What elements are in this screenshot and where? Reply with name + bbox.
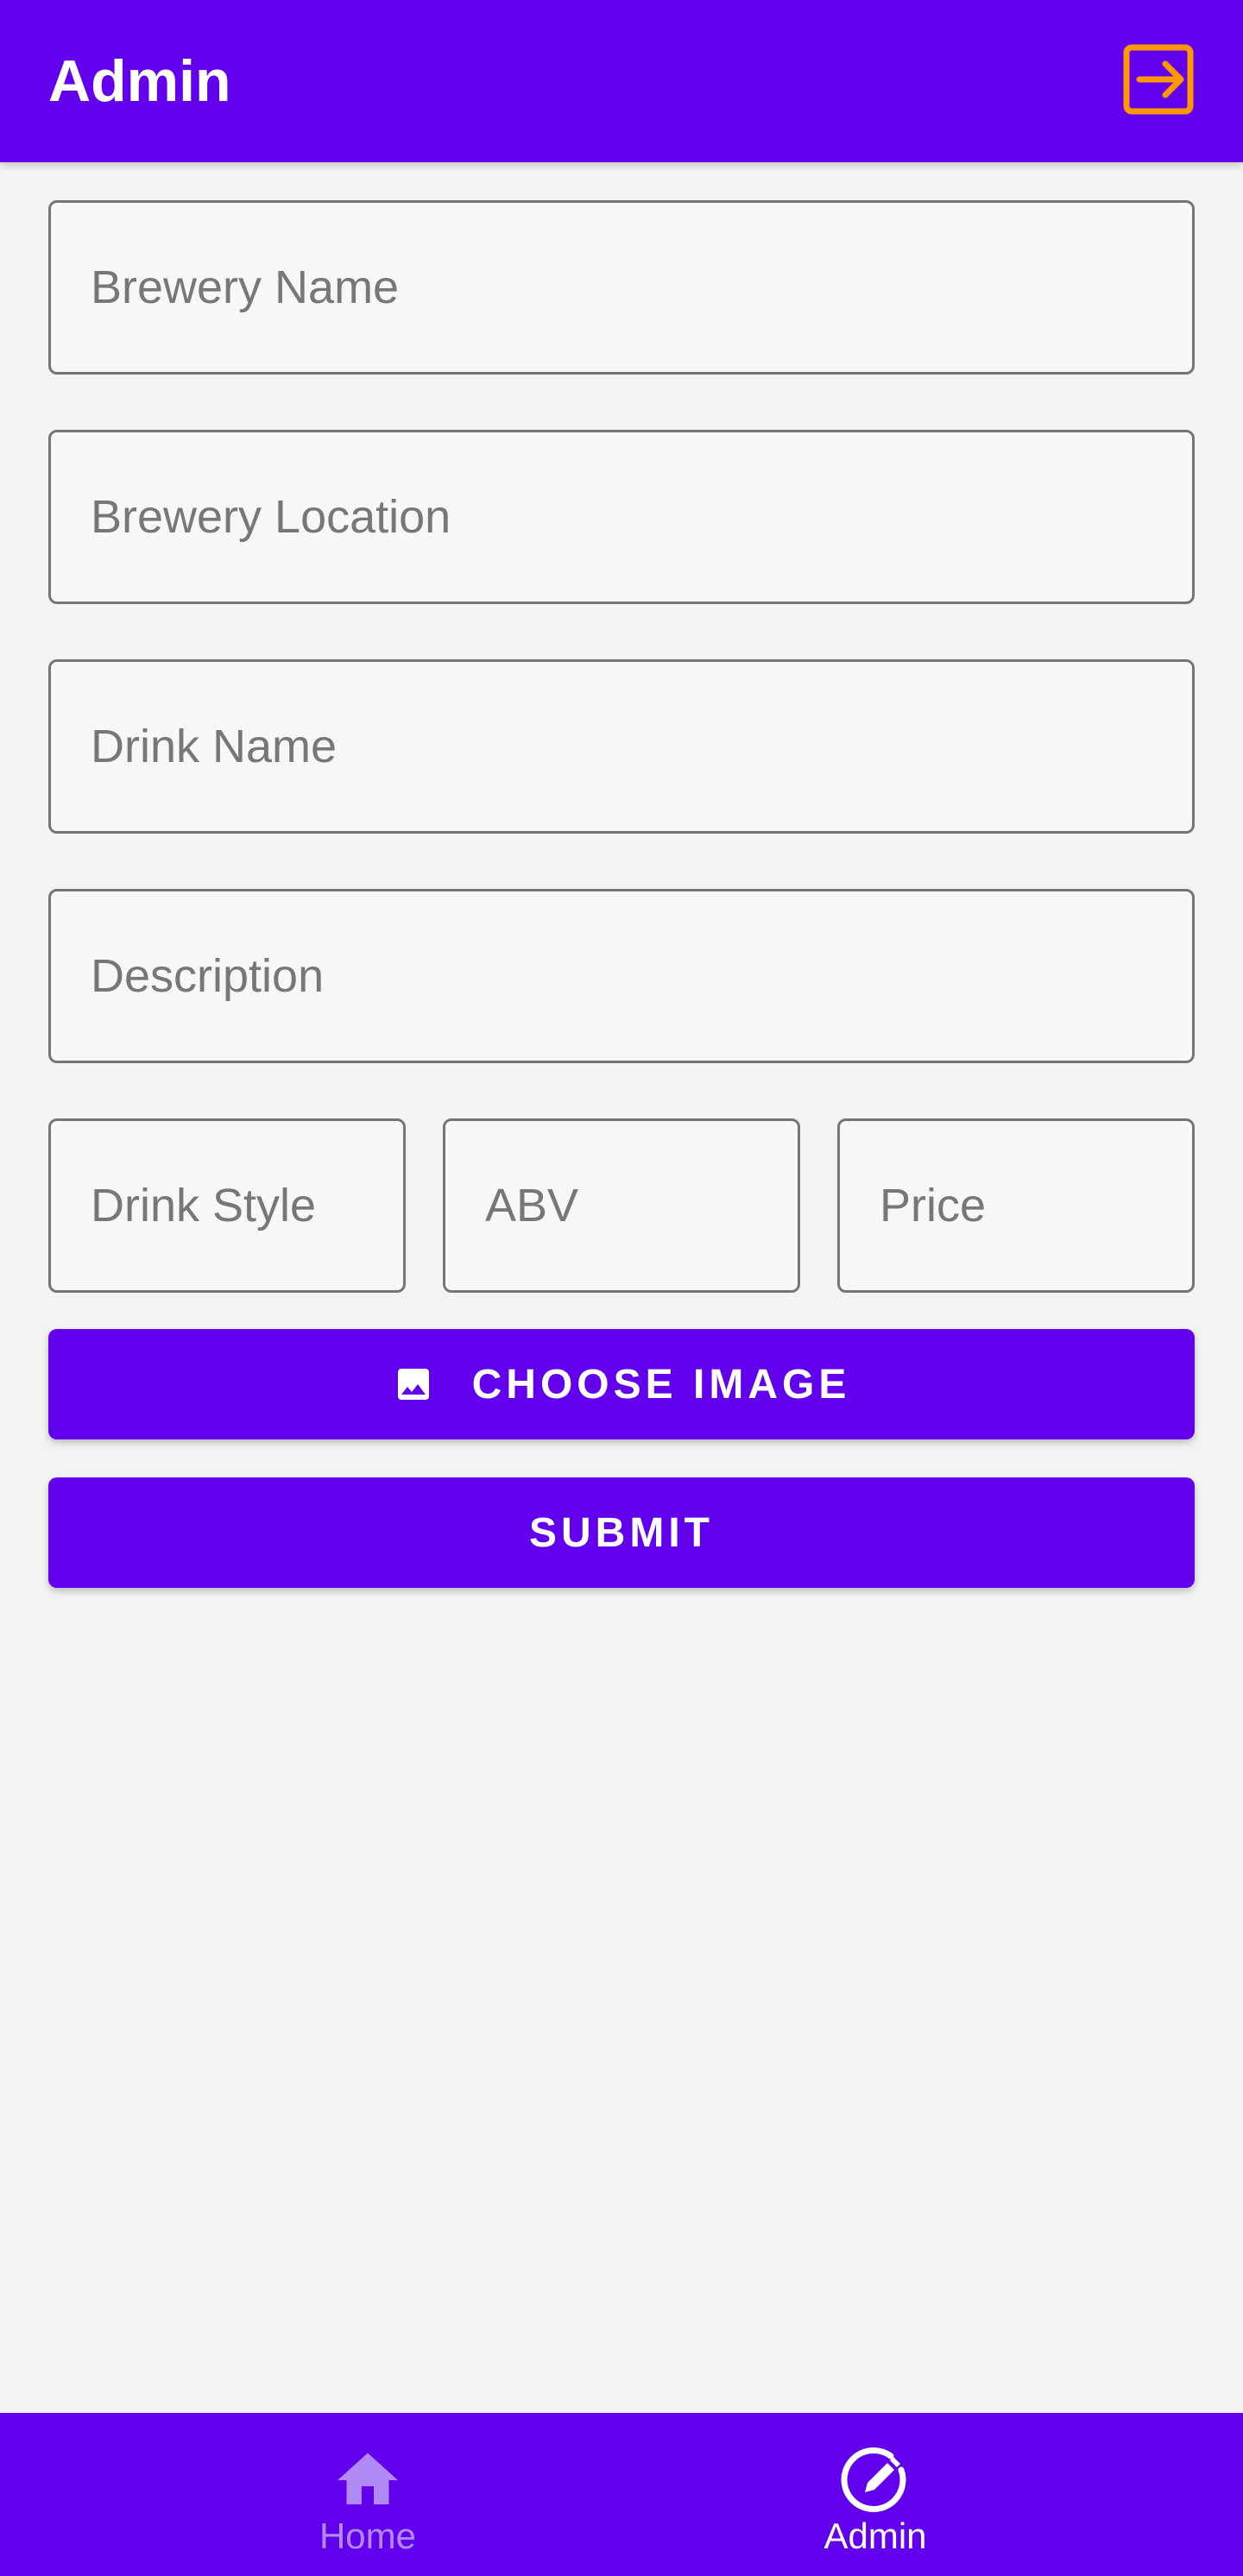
brewery-location-field	[48, 430, 1195, 604]
price-input[interactable]	[840, 1121, 1192, 1290]
drink-name-input[interactable]	[51, 662, 1192, 831]
nav-item-home[interactable]: Home	[195, 2413, 540, 2576]
drink-name-field	[48, 659, 1195, 834]
brewery-name-field	[48, 200, 1195, 375]
choose-image-label: CHOOSE IMAGE	[471, 1361, 851, 1408]
abv-field	[443, 1118, 800, 1293]
drink-style-field	[48, 1118, 406, 1293]
description-input[interactable]	[51, 891, 1192, 1061]
abv-input[interactable]	[445, 1121, 798, 1290]
nav-item-label: Home	[319, 2516, 417, 2556]
nav-item-label: Admin	[823, 2516, 927, 2556]
image-icon	[397, 1369, 429, 1400]
top-app-bar: Admin	[0, 0, 1243, 162]
home-icon	[338, 2453, 398, 2504]
drink-style-input[interactable]	[51, 1121, 403, 1290]
submit-button[interactable]: SUBMIT	[48, 1477, 1195, 1588]
bottom-navigation: Home Admin	[0, 2413, 1243, 2576]
submit-label: SUBMIT	[529, 1509, 714, 1556]
logout-button[interactable]	[1122, 43, 1195, 116]
brewery-name-input[interactable]	[51, 203, 1192, 372]
choose-image-button[interactable]: CHOOSE IMAGE	[48, 1329, 1195, 1439]
description-field	[48, 889, 1195, 1063]
brewery-location-input[interactable]	[51, 432, 1192, 601]
edit-circle-icon	[841, 2447, 906, 2512]
logout-icon	[1123, 44, 1194, 115]
app-root: Admin Brewery Name Brewery Location Drin…	[0, 0, 1243, 2576]
nav-item-admin[interactable]: Admin	[703, 2413, 1048, 2576]
price-field	[837, 1118, 1195, 1293]
page-title: Admin	[48, 48, 231, 114]
